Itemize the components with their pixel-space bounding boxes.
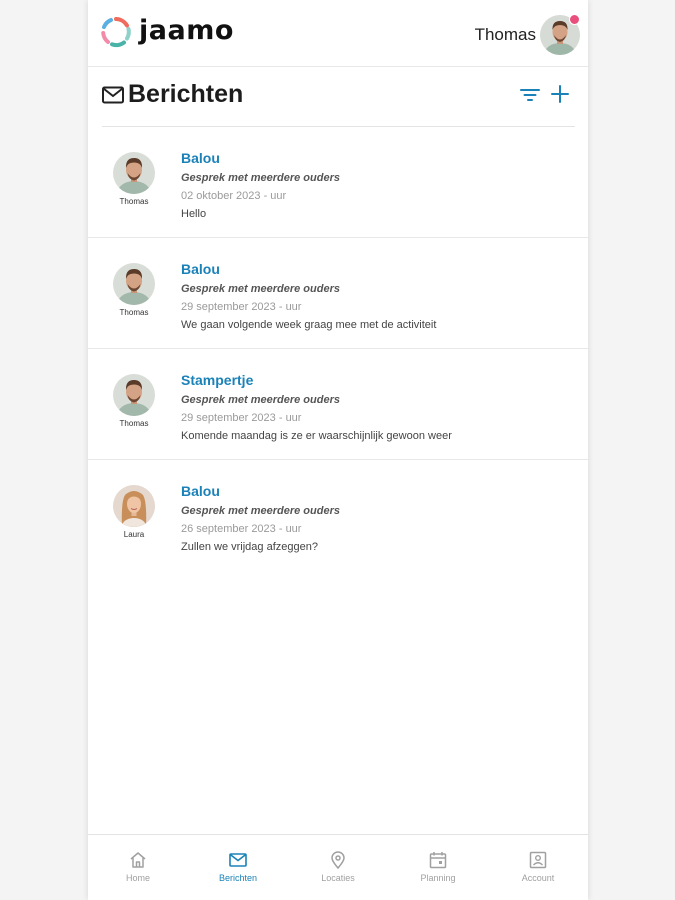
mail-icon: [229, 853, 247, 867]
avatar-name: Thomas: [119, 197, 149, 206]
message-item[interactable]: Laura Balou Gesprek met meerdere ouders …: [88, 460, 588, 570]
sender-avatar: [113, 485, 155, 527]
nav-label: Locaties: [321, 873, 355, 883]
message-preview: Zullen we vrijdag afzeggen?: [181, 541, 318, 553]
page-header: Berichten: [102, 74, 575, 127]
message-subject: Gesprek met meerdere ouders: [181, 394, 340, 406]
message-list: Thomas Balou Gesprek met meerdere ouders…: [88, 127, 588, 570]
nav-label: Account: [521, 873, 555, 883]
message-preview: Komende maandag is ze er waarschijnlijk …: [181, 430, 452, 442]
message-subject: Gesprek met meerdere ouders: [181, 172, 340, 184]
jaamo-logo-icon[interactable]: [100, 16, 132, 48]
location-pin-icon: [331, 851, 345, 869]
nav-label: Planning: [420, 873, 456, 883]
user-name: Thomas: [474, 25, 536, 44]
avatar-name: Thomas: [119, 419, 149, 428]
plus-icon[interactable]: [549, 83, 571, 105]
message-date: 29 september 2023 - uur: [181, 412, 302, 424]
message-preview: We gaan volgende week graag mee met de a…: [181, 319, 437, 331]
bottom-nav: Home Berichten Locaties Planning Account: [88, 834, 588, 900]
sender-avatar: [113, 263, 155, 305]
nav-item-berichten[interactable]: Berichten: [188, 835, 288, 900]
message-date: 29 september 2023 - uur: [181, 301, 302, 313]
account-icon: [529, 851, 547, 869]
message-date: 26 september 2023 - uur: [181, 523, 302, 535]
nav-label: Berichten: [218, 873, 258, 883]
home-icon: [130, 852, 146, 868]
message-preview: Hello: [181, 208, 207, 220]
message-item[interactable]: Thomas Balou Gesprek met meerdere ouders…: [88, 127, 588, 238]
filter-icon[interactable]: [519, 84, 541, 106]
avatar-name: Laura: [123, 530, 145, 539]
sender-avatar: [113, 374, 155, 416]
nav-item-planning[interactable]: Planning: [388, 835, 488, 900]
nav-item-account[interactable]: Account: [488, 835, 588, 900]
message-subject: Gesprek met meerdere ouders: [181, 505, 340, 517]
message-sender: Balou: [181, 261, 220, 277]
app-screen: jaamo Thomas Berichten Thomas Balou Gesp…: [88, 0, 588, 900]
notification-dot: [569, 14, 580, 25]
message-sender: Balou: [181, 483, 220, 499]
nav-item-home[interactable]: Home: [88, 835, 188, 900]
nav-item-locaties[interactable]: Locaties: [288, 835, 388, 900]
top-bar: jaamo Thomas: [88, 0, 588, 67]
nav-label: Home: [125, 873, 150, 883]
message-sender: Stampertje: [181, 372, 254, 388]
calendar-icon: [429, 852, 447, 869]
page-title: Berichten: [128, 80, 244, 108]
mail-icon: [102, 86, 124, 104]
message-sender: Balou: [181, 150, 220, 166]
brand-name: jaamo: [139, 15, 234, 46]
message-date: 02 oktober 2023 - uur: [181, 190, 287, 202]
avatar-name: Thomas: [119, 308, 149, 317]
message-item[interactable]: Thomas Stampertje Gesprek met meerdere o…: [88, 349, 588, 460]
message-item[interactable]: Thomas Balou Gesprek met meerdere ouders…: [88, 238, 588, 349]
sender-avatar: [113, 152, 155, 194]
message-subject: Gesprek met meerdere ouders: [181, 283, 340, 295]
